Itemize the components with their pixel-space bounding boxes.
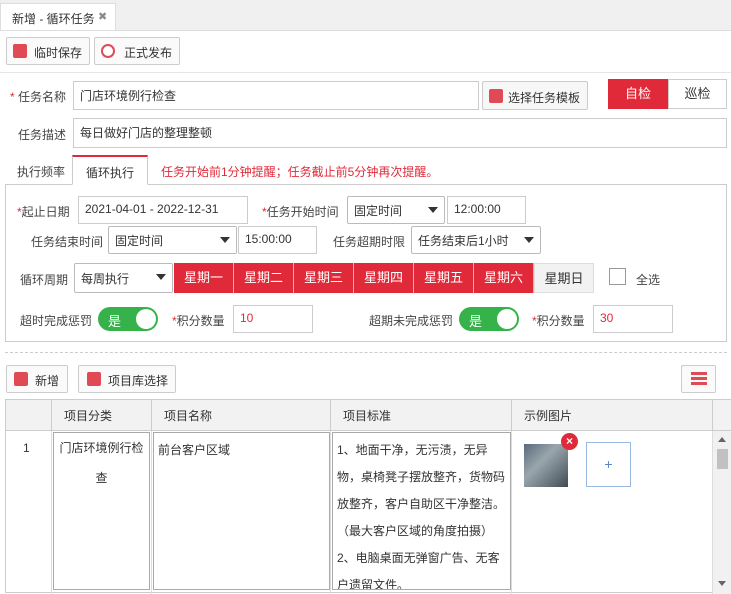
template-icon bbox=[489, 89, 503, 103]
task-name-input[interactable]: 门店环境例行检查 bbox=[73, 81, 479, 110]
tab-title: 新增 - 循环任务 bbox=[12, 12, 95, 26]
column-settings-button[interactable] bbox=[681, 365, 716, 393]
chevron-down-icon bbox=[428, 207, 438, 213]
desc-label: 任务描述 bbox=[18, 128, 67, 142]
date-range-label: *起止日期 bbox=[17, 205, 70, 219]
chevron-down-icon bbox=[156, 274, 166, 280]
items-table: 项目分类 项目名称 项目标准 示例图片 1 门店环境例行检查 前台客户区域 1、… bbox=[5, 399, 731, 594]
period-label: 循环周期 bbox=[20, 273, 69, 287]
timeout-label: 任务超期时限 bbox=[333, 235, 406, 249]
close-icon[interactable]: ✖ bbox=[98, 10, 107, 23]
start-time-input[interactable]: 12:00:00 bbox=[447, 196, 526, 224]
temp-save-button[interactable]: 临时保存 bbox=[6, 37, 90, 65]
miss-penalty-toggle[interactable]: 是 bbox=[459, 307, 519, 331]
scroll-down-icon[interactable] bbox=[718, 581, 726, 586]
example-image-thumbnail[interactable] bbox=[524, 444, 568, 487]
item-name-textarea[interactable]: 前台客户区域 bbox=[153, 432, 330, 590]
save-icon bbox=[13, 44, 27, 58]
scrollbar-thumb[interactable] bbox=[717, 449, 728, 469]
header-standard: 项目标准 bbox=[331, 400, 512, 431]
header-index bbox=[6, 400, 52, 431]
mode-patrol-button[interactable]: 巡检 bbox=[668, 79, 727, 109]
scroll-up-icon[interactable] bbox=[718, 437, 726, 442]
chevron-down-icon bbox=[524, 237, 534, 243]
day-saturday[interactable]: 星期六 bbox=[474, 263, 534, 293]
add-icon bbox=[14, 372, 28, 386]
tab-cycle-exec[interactable]: 循环执行 bbox=[72, 155, 148, 185]
day-friday[interactable]: 星期五 bbox=[414, 263, 474, 293]
end-time-input[interactable]: 15:00:00 bbox=[238, 226, 317, 254]
day-tuesday[interactable]: 星期二 bbox=[234, 263, 294, 293]
period-select[interactable]: 每周执行 bbox=[74, 263, 173, 293]
publish-button[interactable]: 正式发布 bbox=[94, 37, 180, 65]
late-penalty-toggle[interactable]: 是 bbox=[98, 307, 158, 331]
timeout-select[interactable]: 任务结束后1小时 bbox=[411, 226, 541, 254]
late-points-label: *积分数量 bbox=[172, 314, 225, 328]
list-icon bbox=[691, 372, 707, 375]
day-monday[interactable]: 星期一 bbox=[174, 263, 234, 293]
mode-self-check-button[interactable]: 自检 bbox=[608, 79, 668, 109]
tab-exec-frequency[interactable]: 执行频率 bbox=[17, 163, 65, 180]
standard-textarea[interactable]: 1、地面干净，无污渍，无异物，桌椅凳子摆放整齐，货物码放整齐，客户自助区干净整洁… bbox=[332, 432, 511, 590]
publish-icon bbox=[101, 44, 115, 58]
reminder-text: 任务开始前1分钟提醒；任务截止前5分钟再次提醒。 bbox=[161, 165, 439, 179]
scrollbar[interactable] bbox=[713, 431, 731, 594]
miss-points-label: *积分数量 bbox=[532, 314, 585, 328]
select-all-label: 全选 bbox=[636, 273, 661, 287]
header-example-image: 示例图片 bbox=[512, 400, 713, 431]
desc-input[interactable]: 每日做好门店的整理整顿 bbox=[73, 118, 727, 148]
day-wednesday[interactable]: 星期三 bbox=[294, 263, 354, 293]
category-textarea[interactable]: 门店环境例行检查 bbox=[53, 432, 150, 590]
row-index: 1 bbox=[23, 441, 30, 455]
select-all-checkbox[interactable] bbox=[609, 268, 626, 285]
library-icon bbox=[87, 372, 101, 386]
divider bbox=[5, 352, 727, 353]
chevron-down-icon bbox=[220, 237, 230, 243]
day-thursday[interactable]: 星期四 bbox=[354, 263, 414, 293]
item-library-button[interactable]: 项目库选择 bbox=[78, 365, 176, 393]
miss-points-input[interactable]: 30 bbox=[593, 305, 673, 333]
remove-image-icon[interactable]: × bbox=[561, 433, 578, 450]
miss-penalty-label: 超期未完成惩罚 bbox=[369, 314, 454, 328]
end-time-mode-select[interactable]: 固定时间 bbox=[108, 226, 237, 254]
start-time-mode-select[interactable]: 固定时间 bbox=[347, 196, 445, 224]
start-time-label: *任务开始时间 bbox=[262, 205, 339, 219]
date-range-input[interactable]: 2021-04-01 - 2022-12-31 bbox=[78, 196, 248, 224]
task-name-label: * 任务名称 bbox=[10, 90, 67, 104]
tab-new-cycle-task[interactable]: 新增 - 循环任务 ✖ bbox=[0, 3, 116, 30]
header-name: 项目名称 bbox=[152, 400, 331, 431]
end-time-label: 任务结束时间 bbox=[31, 235, 104, 249]
late-points-input[interactable]: 10 bbox=[233, 305, 313, 333]
late-penalty-label: 超时完成惩罚 bbox=[20, 314, 93, 328]
toolbar: 临时保存 正式发布 bbox=[0, 31, 731, 73]
add-image-button[interactable]: + bbox=[586, 442, 631, 487]
table-row: 1 bbox=[6, 431, 52, 594]
day-sunday[interactable]: 星期日 bbox=[534, 263, 594, 293]
tab-bar: 新增 - 循环任务 ✖ bbox=[0, 0, 731, 31]
add-item-button[interactable]: 新增 bbox=[6, 365, 68, 393]
header-category: 项目分类 bbox=[52, 400, 152, 431]
choose-template-button[interactable]: 选择任务模板 bbox=[482, 81, 588, 110]
